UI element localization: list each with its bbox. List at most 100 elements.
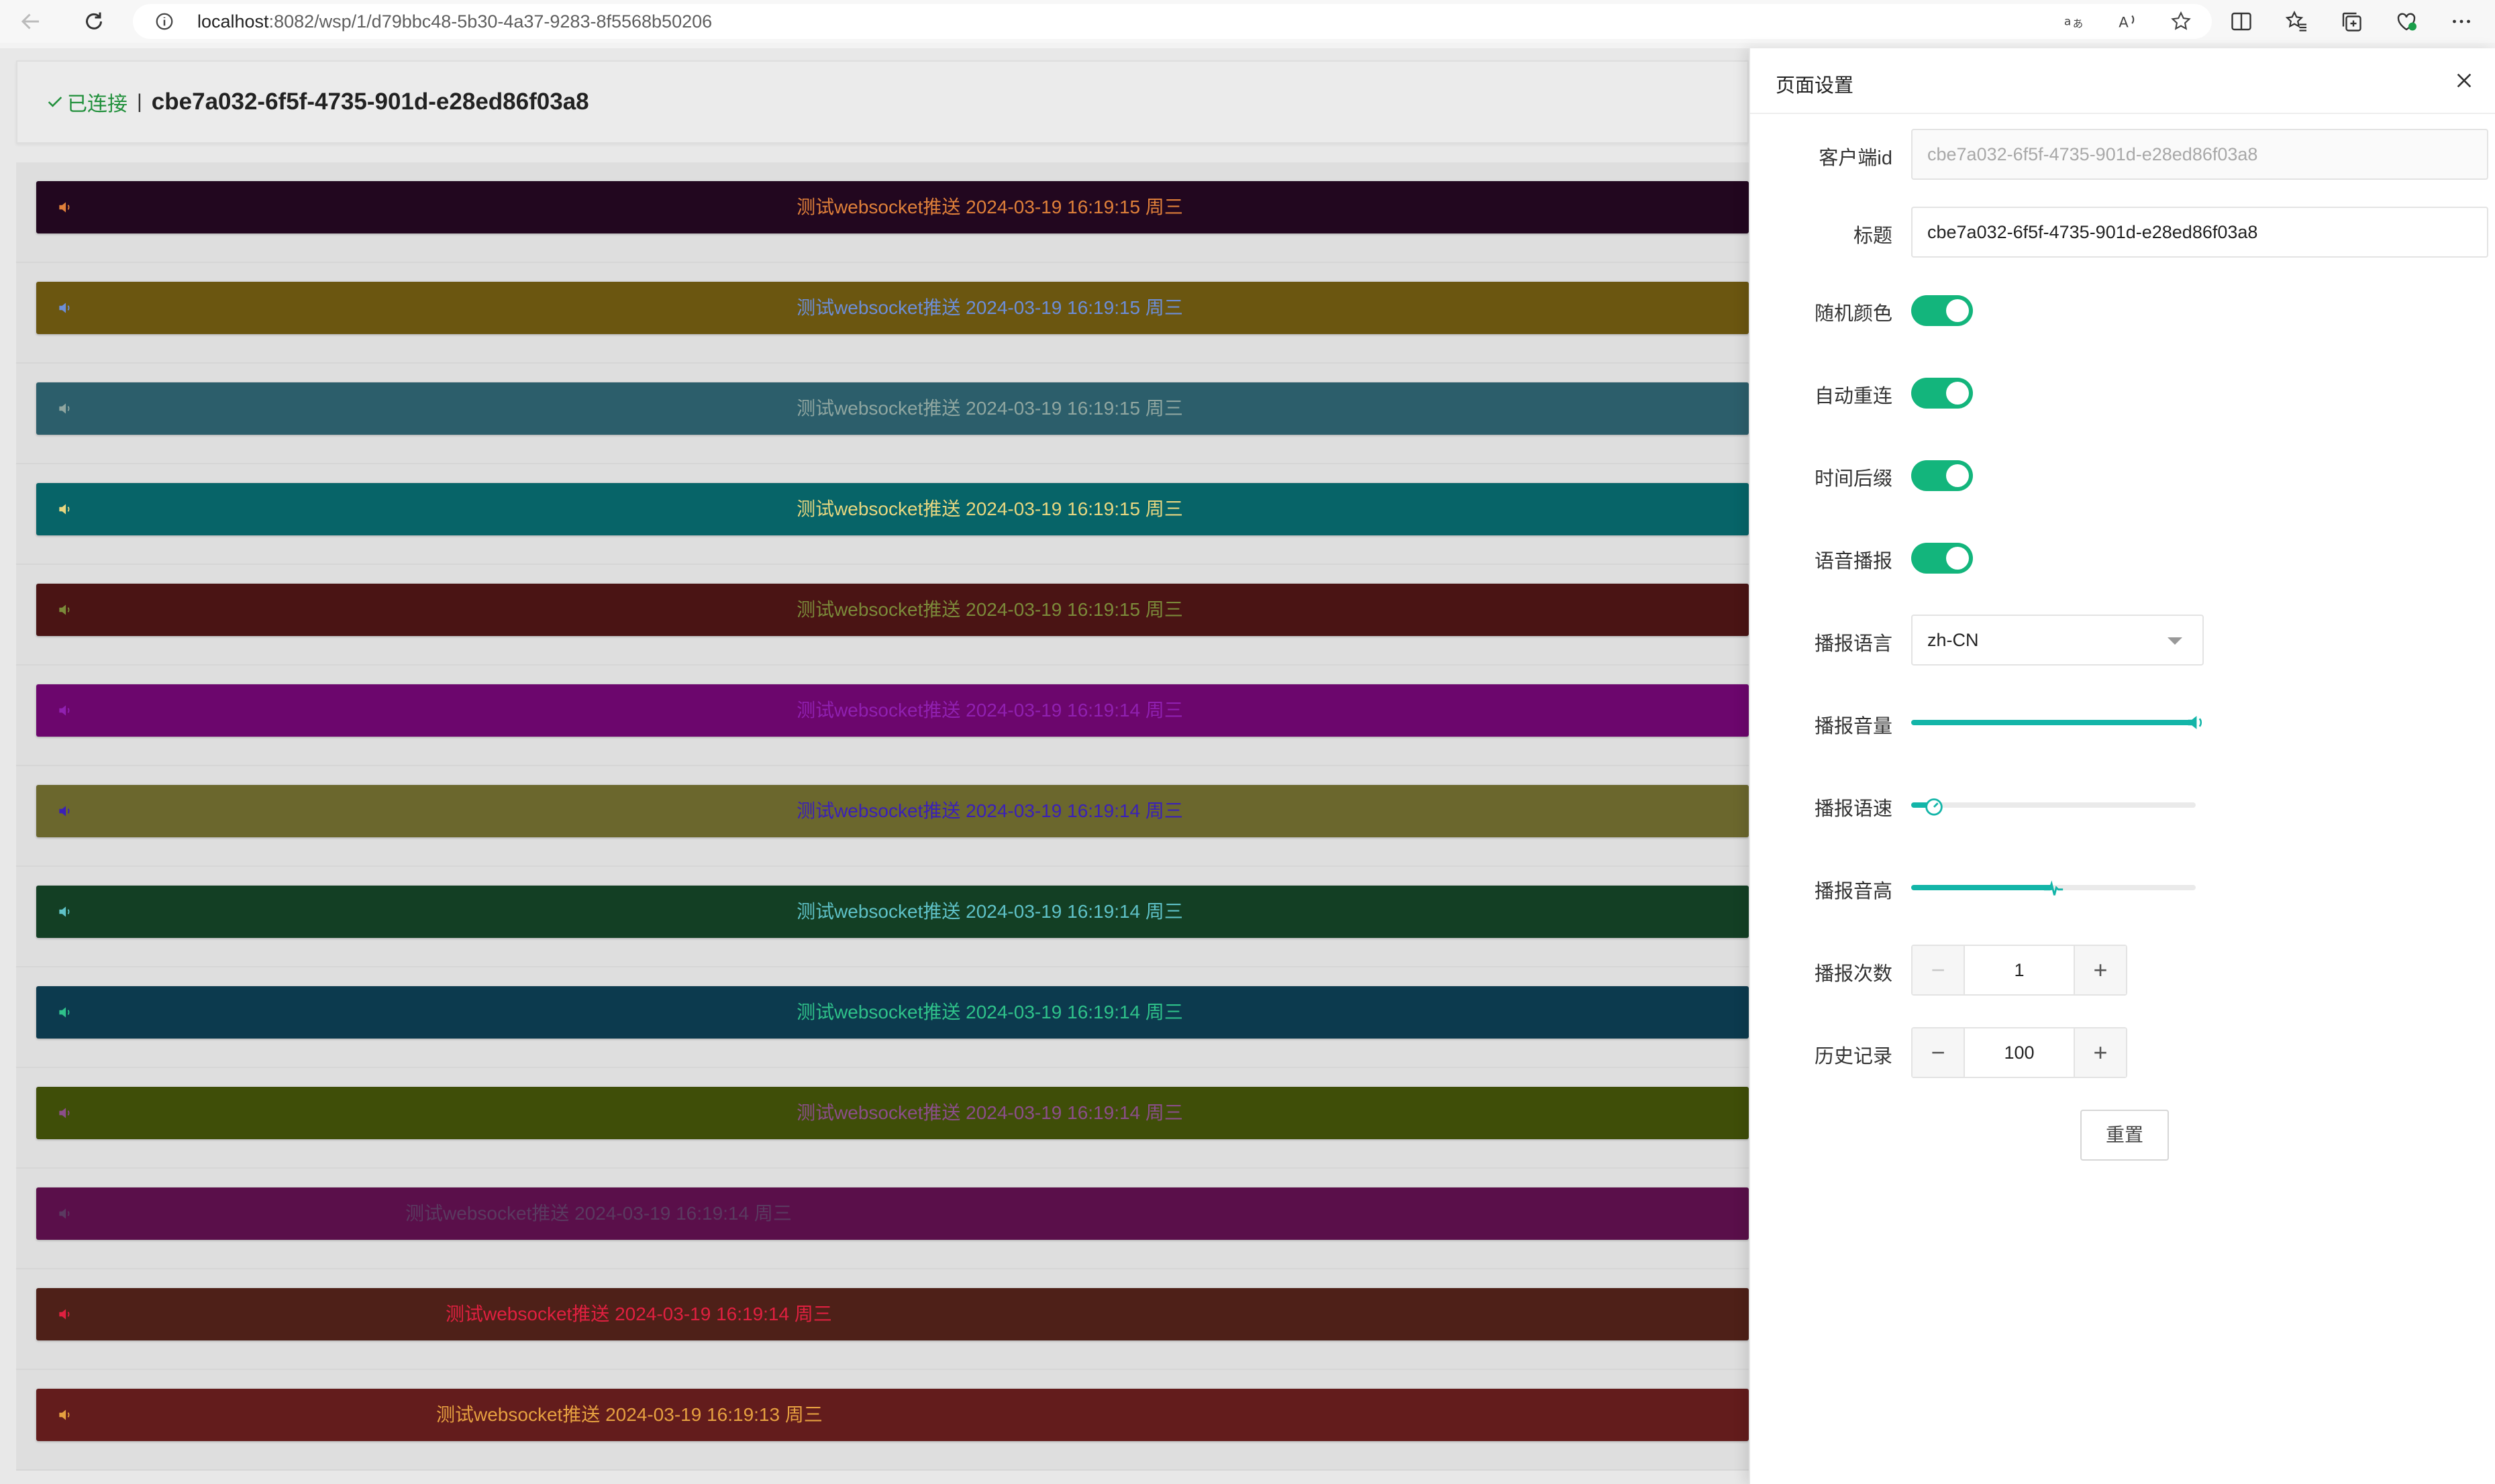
message-row: 测试websocket推送 2024-03-19 16:19:15 周三 bbox=[16, 565, 1749, 666]
message-card: 测试websocket推送 2024-03-19 16:19:15 周三 bbox=[36, 382, 1749, 435]
times-stepper: − 1 + bbox=[1911, 945, 2127, 996]
connection-header: 已连接 | cbe7a032-6f5f-4735-901d-e28ed86f03… bbox=[16, 60, 1749, 144]
read-aloud-icon[interactable]: A bbox=[2115, 9, 2139, 34]
more-menu-icon[interactable] bbox=[2448, 8, 2475, 35]
voice-broadcast-switch[interactable] bbox=[1911, 543, 1973, 574]
times-increment-button[interactable]: + bbox=[2075, 946, 2126, 994]
collections-icon[interactable] bbox=[2338, 8, 2365, 35]
history-row: 历史记录 − 100 + bbox=[1750, 1027, 2495, 1079]
message-card: 测试websocket推送 2024-03-19 16:19:14 周三 bbox=[36, 886, 1749, 938]
auto-reconnect-label: 自动重连 bbox=[1814, 386, 1892, 407]
history-value[interactable]: 100 bbox=[1964, 1028, 2075, 1077]
speaker-icon[interactable] bbox=[56, 1205, 74, 1222]
message-text: 测试websocket推送 2024-03-19 16:19:14 周三 bbox=[797, 1002, 1183, 1022]
history-label: 历史记录 bbox=[1814, 1046, 1892, 1067]
translate-icon[interactable]: aあ bbox=[2061, 9, 2086, 34]
message-card: 测试websocket推送 2024-03-19 16:19:15 周三 bbox=[36, 483, 1749, 535]
speaker-icon[interactable] bbox=[56, 1406, 74, 1424]
header-separator: | bbox=[137, 91, 142, 113]
rate-label: 播报语速 bbox=[1814, 798, 1892, 820]
reset-row: 重置 bbox=[1750, 1110, 2495, 1162]
message-row: 测试websocket推送 2024-03-19 16:19:14 周三 bbox=[16, 1269, 1749, 1370]
rate-slider[interactable] bbox=[1911, 798, 2196, 816]
random-color-row: 随机颜色 bbox=[1750, 284, 2495, 337]
times-decrement-button[interactable]: − bbox=[1913, 946, 1964, 994]
back-arrow-icon bbox=[21, 13, 39, 30]
message-card: 测试websocket推送 2024-03-19 16:19:14 周三 bbox=[36, 1187, 1749, 1240]
title-label: 标题 bbox=[1853, 225, 1892, 247]
client-id-input: cbe7a032-6f5f-4735-901d-e28ed86f03a8 bbox=[1911, 129, 2488, 180]
check-icon bbox=[48, 97, 62, 107]
status-text: 已连接 bbox=[67, 93, 128, 115]
back-button[interactable] bbox=[12, 3, 50, 40]
favorites-icon[interactable] bbox=[2283, 8, 2310, 35]
times-row: 播报次数 − 1 + bbox=[1750, 945, 2495, 997]
message-card: 测试websocket推送 2024-03-19 16:19:14 周三 bbox=[36, 684, 1749, 737]
message-text: 测试websocket推送 2024-03-19 16:19:15 周三 bbox=[797, 197, 1183, 217]
message-row: 测试websocket推送 2024-03-19 16:19:14 周三 bbox=[16, 1068, 1749, 1169]
split-screen-icon[interactable] bbox=[2228, 8, 2255, 35]
message-row: 测试websocket推送 2024-03-19 16:19:15 周三 bbox=[16, 364, 1749, 464]
message-card: 测试websocket推送 2024-03-19 16:19:14 周三 bbox=[36, 1288, 1749, 1340]
message-card: 测试websocket推送 2024-03-19 16:19:15 周三 bbox=[36, 181, 1749, 233]
message-row: 测试websocket推送 2024-03-19 16:19:13 周三 bbox=[16, 1370, 1749, 1471]
voice-broadcast-row: 语音播报 bbox=[1750, 532, 2495, 584]
pitch-slider[interactable] bbox=[1911, 880, 2196, 896]
language-row: 播报语言 zh-CN bbox=[1750, 615, 2495, 667]
info-icon[interactable] bbox=[154, 11, 174, 32]
message-panel: 已连接 | cbe7a032-6f5f-4735-901d-e28ed86f03… bbox=[0, 48, 1749, 1484]
message-row: 测试websocket推送 2024-03-19 16:19:14 周三 bbox=[16, 666, 1749, 766]
speaker-icon[interactable] bbox=[56, 1306, 74, 1323]
browser-toolbar: localhost:8082/wsp/1/d79bbc48-5b30-4a37-… bbox=[0, 0, 2495, 43]
message-text: 测试websocket推送 2024-03-19 16:19:14 周三 bbox=[797, 1102, 1183, 1123]
volume-slider[interactable] bbox=[1911, 716, 2202, 729]
message-row: 测试websocket推送 2024-03-19 16:19:14 周三 bbox=[16, 1169, 1749, 1269]
browser-essentials-icon[interactable] bbox=[2393, 8, 2420, 35]
history-increment-button[interactable]: + bbox=[2075, 1028, 2126, 1077]
pitch-slider-thumb-icon[interactable] bbox=[2042, 876, 2065, 899]
pitch-label: 播报音高 bbox=[1814, 881, 1892, 902]
reset-button[interactable]: 重置 bbox=[2080, 1110, 2169, 1161]
message-card: 测试websocket推送 2024-03-19 16:19:15 周三 bbox=[36, 282, 1749, 334]
close-icon[interactable] bbox=[2453, 70, 2475, 91]
message-text: 测试websocket推送 2024-03-19 16:19:14 周三 bbox=[797, 901, 1183, 922]
message-row: 测试websocket推送 2024-03-19 16:19:14 周三 bbox=[16, 867, 1749, 967]
favorite-star-icon[interactable] bbox=[2169, 9, 2193, 34]
times-value[interactable]: 1 bbox=[1964, 946, 2075, 994]
message-row: 测试websocket推送 2024-03-19 16:19:15 周三 bbox=[16, 464, 1749, 565]
message-text: 测试websocket推送 2024-03-19 16:19:14 周三 bbox=[446, 1304, 832, 1324]
volume-slider-fill bbox=[1911, 720, 2196, 725]
page-title: cbe7a032-6f5f-4735-901d-e28ed86f03a8 bbox=[151, 89, 589, 115]
message-text: 测试websocket推送 2024-03-19 16:19:15 周三 bbox=[797, 599, 1183, 620]
message-text: 测试websocket推送 2024-03-19 16:19:15 周三 bbox=[797, 398, 1183, 419]
drawer-header: 页面设置 bbox=[1750, 48, 2495, 114]
history-decrement-button[interactable]: − bbox=[1913, 1028, 1964, 1077]
rate-slider-thumb-icon[interactable] bbox=[1923, 794, 1945, 816]
message-card: 测试websocket推送 2024-03-19 16:19:14 周三 bbox=[36, 986, 1749, 1039]
time-suffix-switch[interactable] bbox=[1911, 460, 1973, 491]
random-color-label: 随机颜色 bbox=[1814, 303, 1892, 325]
title-input[interactable]: cbe7a032-6f5f-4735-901d-e28ed86f03a8 bbox=[1911, 207, 2488, 258]
drawer-title: 页面设置 bbox=[1776, 75, 1854, 97]
volume-row: 播报音量 bbox=[1750, 697, 2495, 749]
time-suffix-row: 时间后缀 bbox=[1750, 449, 2495, 502]
rate-row: 播报语速 bbox=[1750, 780, 2495, 832]
title-row: 标题 cbe7a032-6f5f-4735-901d-e28ed86f03a8 bbox=[1750, 207, 2495, 259]
chevron-down-icon bbox=[2168, 637, 2182, 645]
language-select[interactable]: zh-CN bbox=[1911, 615, 2204, 666]
message-row: 测试websocket推送 2024-03-19 16:19:15 周三 bbox=[16, 162, 1749, 263]
address-bar[interactable]: localhost:8082/wsp/1/d79bbc48-5b30-4a37-… bbox=[133, 4, 2212, 39]
volume-slider-thumb-icon[interactable] bbox=[2184, 711, 2207, 734]
message-row: 测试websocket推送 2024-03-19 16:19:14 周三 bbox=[16, 766, 1749, 867]
random-color-switch[interactable] bbox=[1911, 295, 1973, 326]
pitch-slider-fill bbox=[1911, 885, 2053, 890]
time-suffix-label: 时间后缀 bbox=[1814, 468, 1892, 490]
auto-reconnect-switch[interactable] bbox=[1911, 378, 1973, 409]
reload-button[interactable] bbox=[75, 3, 113, 40]
voice-broadcast-label: 语音播报 bbox=[1814, 551, 1892, 572]
times-label: 播报次数 bbox=[1814, 963, 1892, 985]
svg-text:あ: あ bbox=[2073, 18, 2084, 30]
message-text: 测试websocket推送 2024-03-19 16:19:13 周三 bbox=[436, 1404, 823, 1425]
language-label: 播报语言 bbox=[1814, 633, 1892, 655]
message-text: 测试websocket推送 2024-03-19 16:19:14 周三 bbox=[797, 800, 1183, 821]
